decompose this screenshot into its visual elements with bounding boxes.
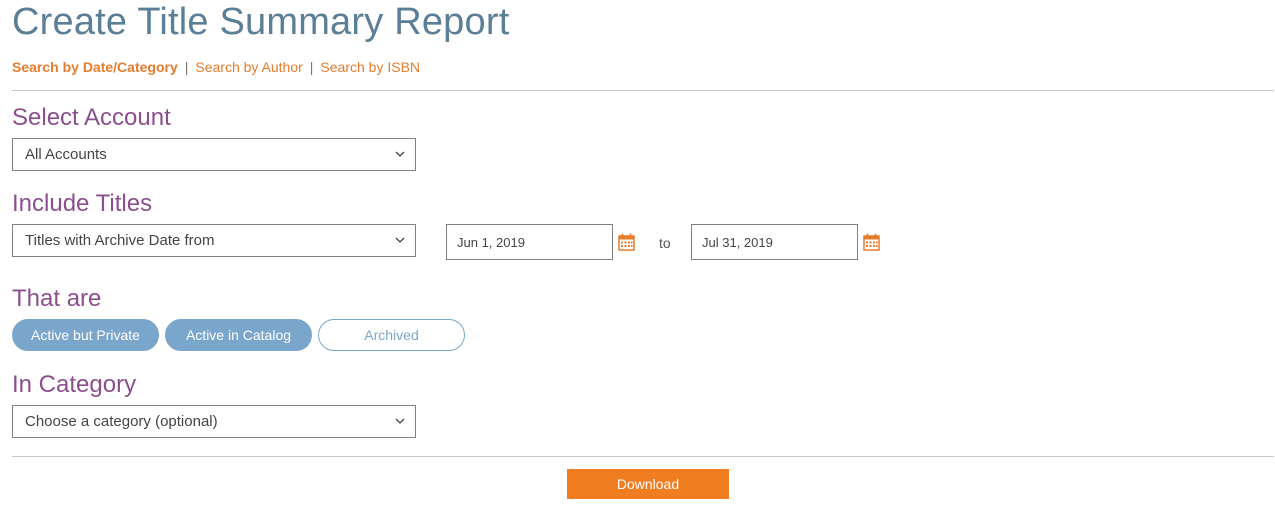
divider [12, 90, 1274, 91]
date-range-to-label: to [659, 235, 671, 251]
date-to-value: Jul 31, 2019 [702, 235, 773, 250]
select-account-label: Select Account [12, 104, 171, 131]
chevron-down-icon [395, 418, 405, 424]
category-select[interactable]: Choose a category (optional) [12, 405, 416, 438]
tab-search-by-date-category[interactable]: Search by Date/Category [12, 59, 178, 75]
status-toggle-active-but-private[interactable]: Active but Private [12, 319, 159, 351]
date-from-input[interactable]: Jun 1, 2019 [446, 224, 613, 260]
tab-separator: | [309, 59, 314, 75]
category-label: In Category [12, 371, 137, 398]
tab-search-by-isbn[interactable]: Search by ISBN [320, 59, 420, 75]
category-select-value: Choose a category (optional) [25, 413, 218, 430]
download-button[interactable]: Download [567, 469, 729, 499]
page-title: Create Title Summary Report [12, 1, 510, 43]
chevron-down-icon [395, 237, 405, 243]
tab-separator: | [184, 59, 189, 75]
status-label: That are [12, 285, 102, 312]
include-titles-select-value: Titles with Archive Date from [25, 232, 215, 249]
chevron-down-icon [395, 151, 405, 157]
status-toggle-archived[interactable]: Archived [318, 319, 465, 351]
calendar-icon[interactable] [863, 233, 880, 251]
calendar-icon[interactable] [618, 233, 635, 251]
tab-search-by-author[interactable]: Search by Author [195, 59, 302, 75]
account-select-value: All Accounts [25, 146, 107, 163]
include-titles-select[interactable]: Titles with Archive Date from [12, 224, 416, 257]
account-select[interactable]: All Accounts [12, 138, 416, 171]
status-toggle-active-in-catalog[interactable]: Active in Catalog [165, 319, 312, 351]
date-to-input[interactable]: Jul 31, 2019 [691, 224, 858, 260]
divider [12, 456, 1274, 457]
include-titles-label: Include Titles [12, 190, 153, 217]
search-tabs: Search by Date/Category | Search by Author… [12, 58, 420, 76]
date-from-value: Jun 1, 2019 [457, 235, 525, 250]
